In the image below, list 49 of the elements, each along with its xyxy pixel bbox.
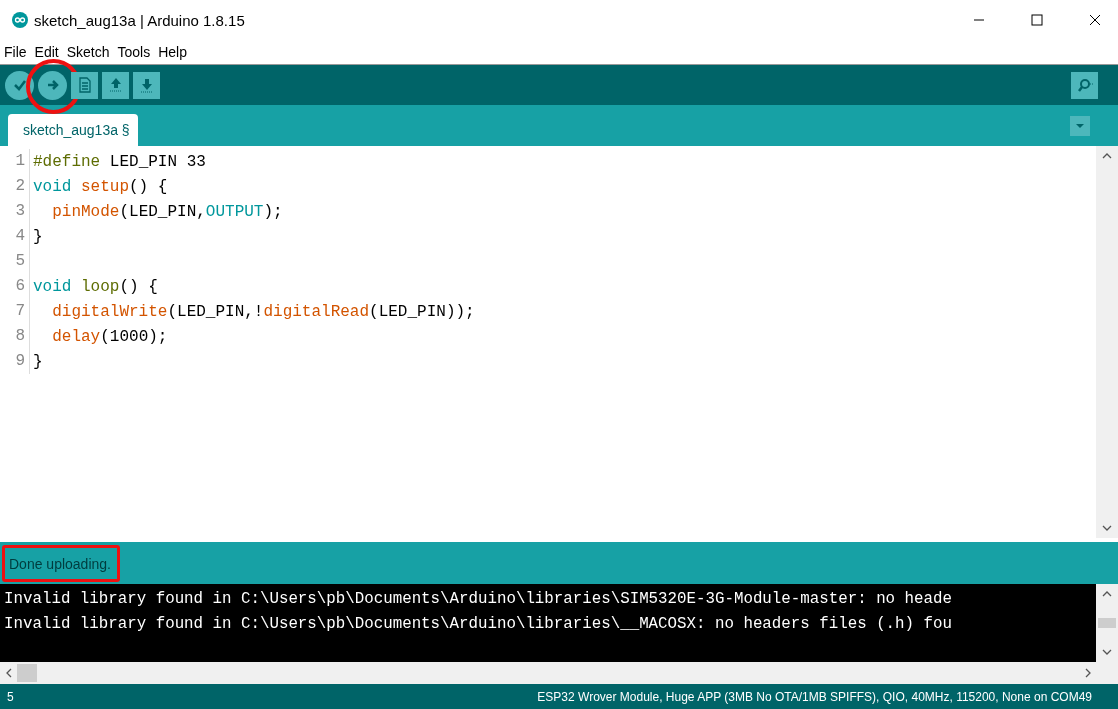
scroll-left-icon[interactable] xyxy=(5,668,13,678)
line-number: 5 xyxy=(0,249,30,274)
board-info: ESP32 Wrover Module, Huge APP (3MB No OTA/1MB SPIFFS), QIO, 40MHz, 115200, None on COM49 xyxy=(537,689,1092,704)
maximize-icon[interactable] xyxy=(1031,14,1043,26)
code-line: } xyxy=(32,352,43,371)
line-number: 9 xyxy=(0,349,30,374)
scroll-up-icon[interactable] xyxy=(1102,152,1112,160)
console-scrollbar[interactable] xyxy=(1096,584,1118,662)
scroll-right-icon[interactable] xyxy=(1084,668,1092,678)
serial-monitor-button[interactable] xyxy=(1071,71,1098,99)
menu-item[interactable]: Edit xyxy=(34,44,59,60)
code-line: #define LED_PIN 33 xyxy=(32,152,206,171)
code-line: } xyxy=(32,227,43,246)
tab-menu-button[interactable] xyxy=(1070,115,1090,136)
console-line: Invalid library found in C:\Users\pb\Documents\Arduino\libraries\SIM5320E-3G-Module-master: no heade xyxy=(3,589,953,610)
status-message: Done uploading. xyxy=(2,544,120,582)
open-button[interactable] xyxy=(102,71,129,99)
menu-item[interactable]: Sketch xyxy=(66,44,110,60)
window-title: sketch_aug13a | Arduino 1.8.15 xyxy=(34,11,245,29)
console-line: Invalid library found in C:\Users\pb\Documents\Arduino\libraries\__MACOSX: no headers files (.h) fou xyxy=(3,614,953,635)
menu-item[interactable]: Help xyxy=(158,44,187,60)
scroll-down-icon[interactable] xyxy=(1102,648,1112,656)
line-number: 3 xyxy=(0,199,30,224)
line-number: 4 xyxy=(0,224,30,249)
code-line: digitalWrite(LED_PIN,!digitalRead(LED_PIN)); xyxy=(51,302,475,321)
code-line: delay(1000); xyxy=(51,327,168,346)
horizontal-scrollbar[interactable] xyxy=(0,662,1118,684)
line-number: 8 xyxy=(0,324,30,349)
save-button[interactable] xyxy=(133,71,160,99)
code-line: pinMode(LED_PIN,OUTPUT); xyxy=(51,202,283,221)
scroll-up-icon[interactable] xyxy=(1102,590,1112,598)
line-number: 7 xyxy=(0,299,30,324)
upload-button[interactable] xyxy=(38,70,67,100)
scrollbar-thumb[interactable] xyxy=(1098,618,1116,628)
line-number: 2 xyxy=(0,174,30,199)
scroll-down-icon[interactable] xyxy=(1102,524,1112,532)
line-number: 6 xyxy=(0,274,30,299)
menu-item[interactable]: Tools xyxy=(117,44,151,60)
code-line: void setup() { xyxy=(32,177,168,196)
scrollbar-thumb[interactable] xyxy=(17,664,37,682)
code-line: void loop() { xyxy=(32,277,158,296)
sketch-tab[interactable]: sketch_aug13a § xyxy=(8,114,138,146)
menu-item[interactable]: File xyxy=(4,44,27,60)
vertical-scrollbar[interactable] xyxy=(1096,146,1118,538)
app-icon xyxy=(12,12,28,28)
line-indicator: 5 xyxy=(7,689,14,704)
new-button[interactable] xyxy=(71,71,98,99)
line-number: 1 xyxy=(0,149,30,174)
close-icon[interactable] xyxy=(1089,14,1101,26)
